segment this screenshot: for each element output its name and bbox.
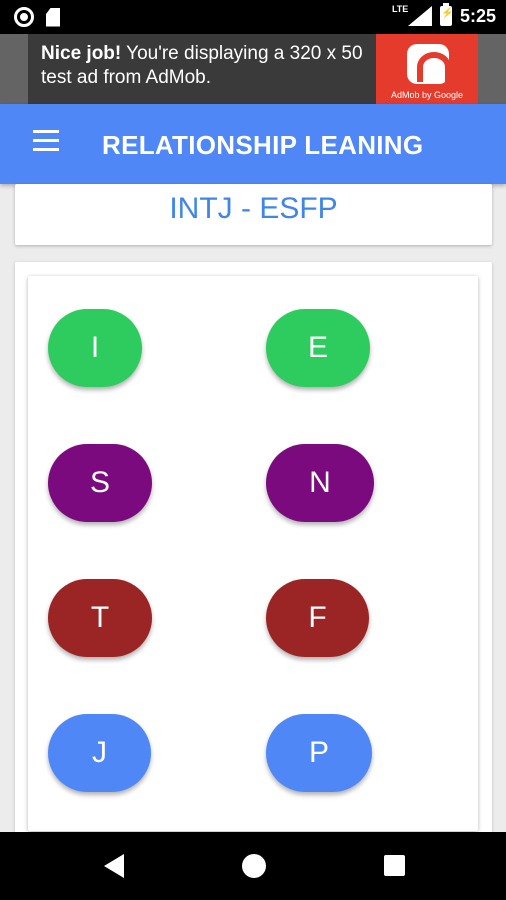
trait-button-e[interactable]: E	[266, 309, 370, 387]
network-label: LTE	[391, 4, 409, 14]
trait-button-s[interactable]: S	[48, 444, 152, 522]
trait-button-j[interactable]: J	[48, 714, 151, 792]
signal-lte-icon: LTE	[391, 4, 432, 27]
back-icon[interactable]	[104, 854, 124, 878]
trait-button-n[interactable]: N	[266, 444, 374, 522]
ring-notification-icon	[14, 7, 34, 27]
pair-card: INTJ - ESFP	[15, 184, 492, 245]
pair-title: INTJ - ESFP	[169, 192, 338, 225]
status-left-icons	[14, 7, 60, 27]
ad-headline: Nice job!	[41, 43, 122, 64]
trait-button-i[interactable]: I	[48, 309, 142, 387]
ad-logo-caption: AdMob by Google	[390, 90, 464, 100]
battery-charging-icon	[439, 3, 453, 26]
status-right-icons: LTE 5:25	[391, 3, 496, 27]
traits-card: I E S N T F J P	[15, 262, 492, 862]
sd-card-icon	[46, 7, 60, 27]
app-toolbar: RELATIONSHIP LEANING	[0, 104, 506, 184]
home-icon[interactable]	[242, 854, 266, 878]
admob-logo[interactable]: AdMob by Google	[376, 34, 478, 104]
toolbar-title: RELATIONSHIP LEANING	[102, 130, 424, 160]
traits-panel: I E S N T F J P	[28, 276, 478, 831]
ad-banner[interactable]: Nice job! You're displaying a 320 x 50 t…	[28, 34, 478, 104]
ad-text: Nice job! You're displaying a 320 x 50 t…	[41, 42, 371, 90]
trait-button-f[interactable]: F	[266, 579, 369, 657]
status-bar: LTE 5:25	[0, 0, 506, 34]
hamburger-menu-icon[interactable]	[33, 130, 61, 158]
status-clock: 5:25	[459, 5, 496, 26]
ad-strip: Nice job! You're displaying a 320 x 50 t…	[0, 34, 506, 104]
recents-icon[interactable]	[384, 855, 405, 876]
trait-button-t[interactable]: T	[48, 579, 152, 657]
admob-logo-icon	[407, 44, 451, 84]
system-nav-bar	[0, 832, 506, 900]
trait-button-p[interactable]: P	[266, 714, 372, 792]
